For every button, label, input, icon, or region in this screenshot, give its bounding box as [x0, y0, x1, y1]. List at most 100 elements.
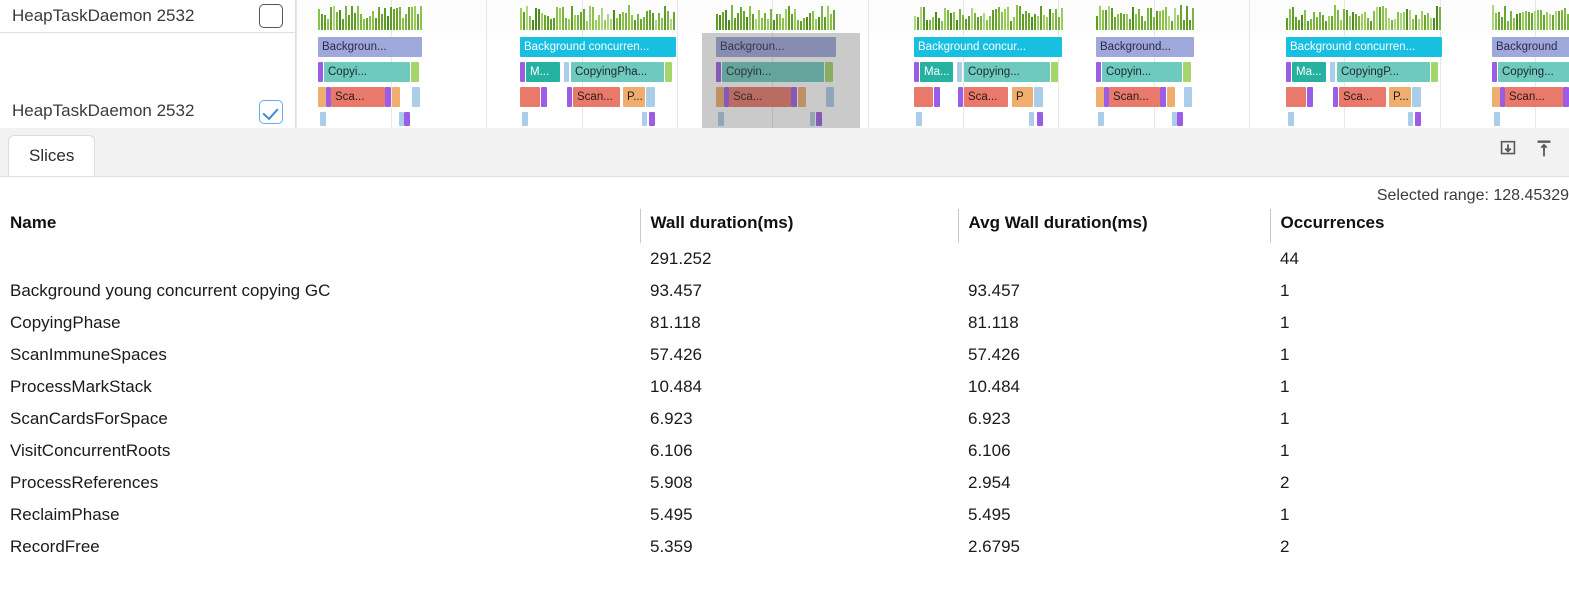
timeline-slice[interactable]: Sca...	[729, 87, 791, 107]
timeline-slice-thin[interactable]	[716, 87, 724, 107]
timeline-slice-thin[interactable]	[1029, 112, 1034, 126]
timeline-slice[interactable]: Backgroun...	[318, 37, 422, 57]
timeline-slice-thin[interactable]	[1286, 62, 1291, 82]
timeline-slice-thin[interactable]	[716, 62, 721, 82]
timeline-slice-thin[interactable]	[1415, 112, 1421, 126]
timeline-area[interactable]: HeapTaskDaemon 2532 HeapTaskDaemon 2532 …	[0, 0, 1569, 128]
table-row[interactable]: CopyingPhase 81.118 81.118 1	[0, 307, 1569, 339]
timeline-slice[interactable]: Background concurren...	[1286, 37, 1442, 57]
timeline-slice-thin[interactable]	[798, 87, 806, 107]
timeline-slice[interactable]: M...	[526, 62, 560, 82]
column-header-wall[interactable]: Wall duration(ms)	[639, 209, 958, 243]
track-row-counter[interactable]: HeapTaskDaemon 2532	[0, 0, 1569, 34]
column-header-occ[interactable]: Occurrences	[1269, 209, 1569, 243]
table-row[interactable]: ProcessMarkStack 10.484 10.484 1	[0, 371, 1569, 403]
timeline-slice-thin[interactable]	[522, 112, 528, 126]
timeline-slice-thin[interactable]	[1492, 62, 1497, 82]
table-row[interactable]: ReclaimPhase 5.495 5.495 1	[0, 499, 1569, 531]
timeline-slice-thin[interactable]	[1494, 112, 1500, 126]
timeline-slice[interactable]: Sca...	[964, 87, 1008, 107]
table-row[interactable]: ScanImmuneSpaces 57.426 57.426 1	[0, 339, 1569, 371]
table-row[interactable]: ProcessReferences 5.908 2.954 2	[0, 467, 1569, 499]
timeline-slice-thin[interactable]	[412, 87, 420, 107]
timeline-slice-thin[interactable]	[1098, 112, 1104, 126]
timeline-slice-thin[interactable]	[520, 62, 525, 82]
timeline-slice-thin[interactable]	[791, 87, 797, 107]
timeline-slice-thin[interactable]	[934, 87, 940, 107]
timeline-slice-thin[interactable]	[567, 87, 572, 107]
timeline-slice-thin[interactable]	[1412, 87, 1421, 107]
track-row-slices[interactable]: HeapTaskDaemon 2532 Backgroun... Copyi...…	[0, 33, 1569, 128]
timeline-slice[interactable]: Background concurren...	[520, 37, 676, 57]
timeline-slice-thin[interactable]	[958, 87, 963, 107]
timeline-slice-thin[interactable]	[1288, 112, 1294, 126]
timeline-slice-thin[interactable]	[1184, 87, 1192, 107]
timeline-slice-thin[interactable]	[1096, 87, 1104, 107]
timeline-slice-thin[interactable]	[1177, 112, 1183, 126]
timeline-slice-thin[interactable]	[541, 87, 547, 107]
timeline-slice-thin[interactable]	[1563, 87, 1569, 107]
timeline-slice[interactable]: Copying...	[964, 62, 1050, 82]
timeline-slice-thin[interactable]	[318, 87, 326, 107]
timeline-slice-thin[interactable]	[1183, 62, 1191, 82]
timeline-slice-thin[interactable]	[916, 112, 922, 126]
timeline-slice-thin[interactable]	[520, 87, 540, 107]
timeline-slice-thin[interactable]	[826, 87, 834, 107]
dock-bottom-icon[interactable]	[1497, 138, 1519, 160]
timeline-slice[interactable]: Copyi...	[324, 62, 410, 82]
timeline-slice-thin[interactable]	[404, 112, 410, 126]
timeline-slice[interactable]: Scan...	[1109, 87, 1160, 107]
timeline-slice-thin[interactable]	[1051, 62, 1058, 82]
timeline-slice[interactable]: Scan...	[573, 87, 620, 107]
timeline-slice-thin[interactable]	[1408, 112, 1413, 126]
table-row[interactable]: RecordFree 5.359 2.6795 2	[0, 531, 1569, 563]
timeline-slice-thin[interactable]	[320, 112, 326, 126]
timeline-slice-thin[interactable]	[318, 62, 323, 82]
timeline-slice-thin[interactable]	[1286, 87, 1306, 107]
timeline-slice[interactable]: Copyin...	[722, 62, 824, 82]
tab-slices[interactable]: Slices	[8, 135, 96, 176]
timeline-slice[interactable]: Copying...	[1498, 62, 1569, 82]
timeline-slice[interactable]: Background concur...	[914, 37, 1062, 57]
timeline-slice[interactable]: Backgroun...	[716, 37, 836, 57]
timeline-slice-thin[interactable]	[1431, 62, 1438, 82]
timeline-slice[interactable]: P	[1012, 87, 1033, 107]
timeline-slice-thin[interactable]	[1160, 87, 1166, 107]
timeline-slice-thin[interactable]	[816, 112, 822, 126]
timeline-slice-thin[interactable]	[825, 62, 833, 82]
timeline-slice[interactable]: CopyingPha...	[571, 62, 664, 82]
timeline-slice-thin[interactable]	[914, 62, 919, 82]
timeline-slice-thin[interactable]	[1034, 87, 1043, 107]
timeline-slice-thin[interactable]	[1037, 112, 1043, 126]
collapse-panel-icon[interactable]	[1533, 138, 1555, 160]
timeline-slice-thin[interactable]	[646, 87, 655, 107]
timeline-slice-thin[interactable]	[1333, 87, 1338, 107]
track-checkbox-slices[interactable]	[259, 100, 283, 124]
timeline-slice-thin[interactable]	[1167, 87, 1175, 107]
timeline-slice-thin[interactable]	[957, 62, 962, 82]
timeline-slice[interactable]: Background	[1492, 37, 1569, 57]
table-row[interactable]: ScanCardsForSpace 6.923 6.923 1	[0, 403, 1569, 435]
column-header-name[interactable]: Name	[0, 209, 640, 243]
timeline-slice-thin[interactable]	[385, 87, 391, 107]
track-checkbox-counter[interactable]	[259, 4, 283, 28]
timeline-slice-thin[interactable]	[649, 112, 655, 126]
timeline-slice[interactable]: Scan...	[1505, 87, 1563, 107]
timeline-slice[interactable]: P...	[623, 87, 645, 107]
timeline-slice[interactable]: CopyingP...	[1337, 62, 1430, 82]
timeline-slice[interactable]: Ma...	[920, 62, 953, 82]
table-row[interactable]: Background young concurrent copying GC 93…	[0, 275, 1569, 307]
timeline-slice-thin[interactable]	[1307, 87, 1313, 107]
timeline-slice-thin[interactable]	[411, 62, 419, 82]
timeline-slice-thin[interactable]	[665, 62, 672, 82]
column-header-avg[interactable]: Avg Wall duration(ms)	[957, 209, 1270, 243]
timeline-slice-thin[interactable]	[392, 87, 400, 107]
timeline-slice[interactable]: Ma...	[1292, 62, 1326, 82]
timeline-slice-thin[interactable]	[914, 87, 933, 107]
timeline-slice[interactable]: Copyin...	[1102, 62, 1182, 82]
timeline-slice-thin[interactable]	[1492, 87, 1500, 107]
timeline-slice-thin[interactable]	[1096, 62, 1101, 82]
timeline-slice[interactable]: Sca...	[331, 87, 385, 107]
timeline-slice-thin[interactable]	[1330, 62, 1335, 82]
timeline-slice[interactable]: P...	[1389, 87, 1411, 107]
